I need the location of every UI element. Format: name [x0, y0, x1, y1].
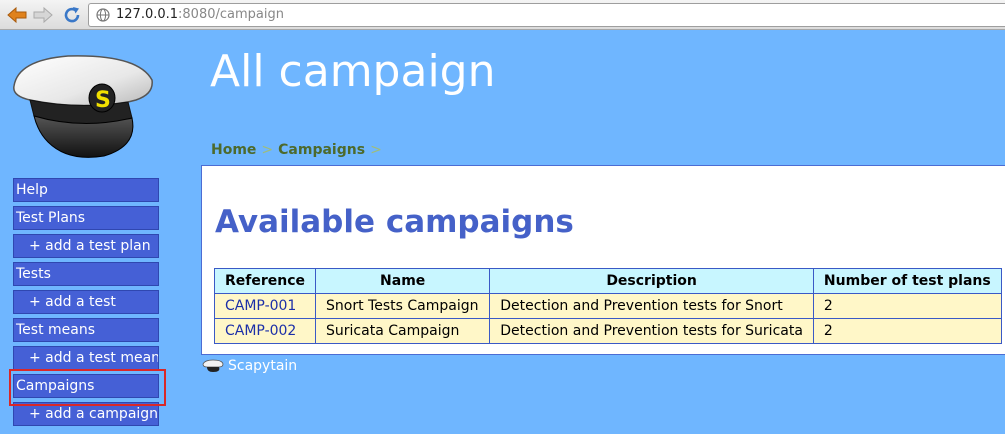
campaign-name: Snort Tests Campaign — [315, 293, 491, 319]
scapytain-logo-icon: S — [13, 55, 153, 158]
url-host: 127.0.0.1 — [116, 7, 179, 22]
breadcrumb-campaigns[interactable]: Campaigns — [278, 142, 365, 158]
sidebar-item-help[interactable]: Help — [13, 178, 159, 202]
sidebar-item-add-test-mean[interactable]: + add a test mean — [13, 346, 159, 370]
table-row: CAMP-001 Snort Tests Campaign Detection … — [213, 293, 1002, 319]
sidebar-item-tests[interactable]: Tests — [13, 262, 159, 286]
sidebar-item-test-means[interactable]: Test means — [13, 318, 159, 342]
campaign-test-plan-count: 2 — [812, 293, 1002, 319]
campaign-description: Detection and Prevention tests for Suric… — [489, 318, 814, 344]
globe-icon — [96, 8, 110, 22]
section-title: Available campaigns — [215, 204, 574, 240]
footer: Scapytain — [202, 358, 297, 374]
reload-icon — [64, 7, 80, 23]
campaign-reference-link[interactable]: CAMP-002 — [213, 318, 317, 344]
back-button[interactable] — [6, 4, 28, 26]
content-panel: Available campaigns Reference Name Descr… — [201, 165, 1005, 355]
scapytain-cap-icon — [202, 359, 224, 372]
forward-button[interactable] — [32, 4, 54, 26]
svg-text:S: S — [95, 88, 111, 113]
reload-button[interactable] — [61, 4, 83, 26]
column-header: Reference — [213, 268, 317, 294]
forward-arrow-icon — [33, 6, 53, 24]
column-header: Number of test plans — [812, 268, 1002, 294]
address-bar[interactable]: 127.0.0.1:8080/campaign — [88, 3, 1005, 27]
campaign-name: Suricata Campaign — [315, 318, 491, 344]
url-path: :8080/campaign — [178, 7, 284, 22]
footer-label[interactable]: Scapytain — [228, 358, 297, 374]
sidebar-item-test-plans[interactable]: Test Plans — [13, 206, 159, 230]
browser-toolbar: 127.0.0.1:8080/campaign — [0, 0, 1005, 30]
back-arrow-icon — [7, 6, 27, 24]
column-header: Description — [489, 268, 814, 294]
table-header-row: Reference Name Description Number of tes… — [213, 268, 1002, 294]
campaign-description: Detection and Prevention tests for Snort — [489, 293, 814, 319]
breadcrumb: Home > Campaigns > — [211, 140, 387, 160]
campaigns-highlight — [9, 369, 166, 406]
page-title: All campaign — [210, 46, 496, 97]
campaign-test-plan-count: 2 — [812, 318, 1002, 344]
breadcrumb-home[interactable]: Home — [211, 142, 256, 158]
sidebar-item-add-test-plan[interactable]: + add a test plan — [13, 234, 159, 258]
table-row: CAMP-002 Suricata Campaign Detection and… — [213, 318, 1002, 344]
sidebar-item-add-test[interactable]: + add a test — [13, 290, 159, 314]
address-text: 127.0.0.1:8080/campaign — [116, 7, 284, 23]
campaign-reference-link[interactable]: CAMP-001 — [213, 293, 317, 319]
breadcrumb-separator: > — [261, 142, 274, 158]
campaigns-table: Reference Name Description Number of tes… — [213, 268, 1002, 344]
breadcrumb-separator: > — [370, 142, 382, 158]
column-header: Name — [315, 268, 491, 294]
